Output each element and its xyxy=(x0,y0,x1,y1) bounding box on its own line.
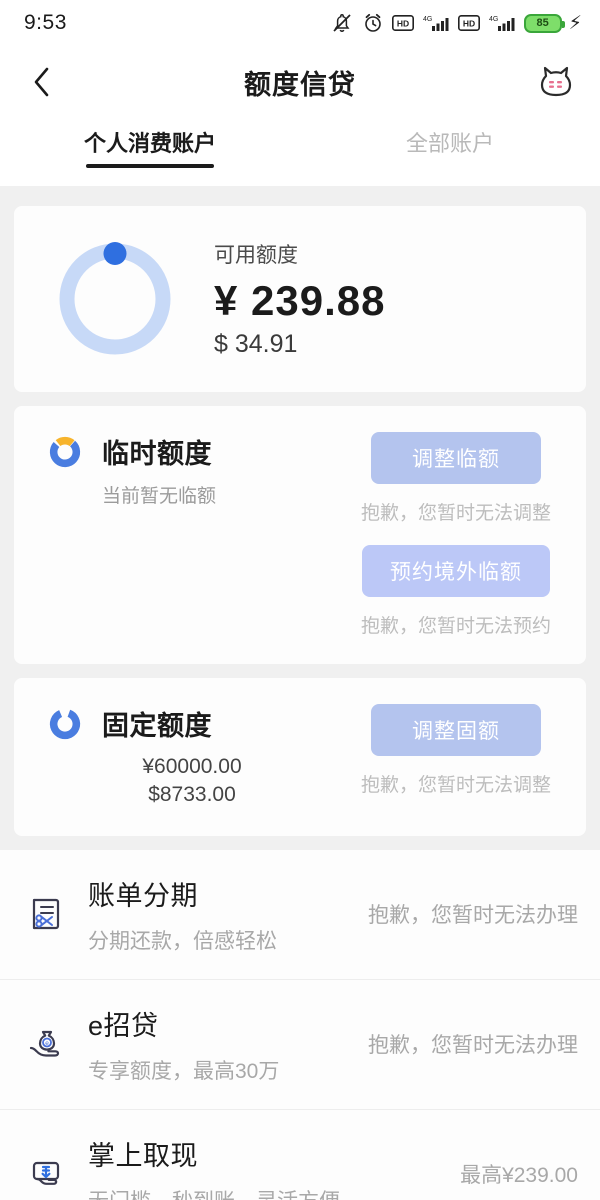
available-credit-usd: $ 34.91 xyxy=(214,329,298,358)
temporary-credit-subtitle: 当前暂无临额 xyxy=(102,486,217,507)
service-icon xyxy=(18,1151,74,1197)
svg-text:4G: 4G xyxy=(423,16,432,23)
hd-icon: HD xyxy=(391,15,414,31)
fixed-credit-info: 固定额度 ¥60000.00 $8733.00 xyxy=(48,704,348,810)
donut-chart-icon xyxy=(49,436,81,467)
service-subtitle: 专享额度，最高30万 xyxy=(88,1059,280,1083)
status-icons: HD 4G HD 4G 85 ⚡ xyxy=(330,11,582,35)
status-time: 9:53 xyxy=(24,11,67,34)
page-title: 额度信贷 xyxy=(244,69,356,100)
svg-text:e: e xyxy=(45,1040,49,1047)
fixed-credit-title: 固定额度 xyxy=(102,711,212,741)
fixed-credit-usd: $8733.00 xyxy=(148,783,236,807)
service-subtitle: 无门槛，秒到账，灵活方便 xyxy=(88,1185,460,1200)
cash-withdraw-icon xyxy=(32,1162,60,1186)
back-button[interactable] xyxy=(22,62,62,102)
adjust-fixed-limit-note: 抱歉，您暂时无法调整 xyxy=(360,775,551,796)
tab-active-indicator xyxy=(86,164,214,168)
charging-bolt-icon: ⚡ xyxy=(568,12,582,34)
svg-text:HD: HD xyxy=(463,19,475,29)
adjust-temporary-limit-note: 抱歉，您暂时无法调整 xyxy=(360,503,551,524)
bell-muted-icon xyxy=(333,14,351,32)
service-subtitle: 分期还款，倍感轻松 xyxy=(88,929,277,953)
cat-assistant-button[interactable] xyxy=(534,60,578,104)
service-title: e招贷 xyxy=(88,1010,159,1041)
service-status: 最高¥239.00 xyxy=(460,1164,578,1188)
list-item[interactable]: 账单分期 分期还款，倍感轻松 抱歉，您暂时无法办理 xyxy=(0,850,600,980)
alarm-clock-icon xyxy=(364,13,381,32)
fixed-credit-cny: ¥60000.00 xyxy=(142,755,242,778)
account-tabs: 个人消费账户 全部账户 xyxy=(0,118,600,186)
service-text: 掌上取现 无门槛，秒到账，灵活方便 xyxy=(88,1134,460,1200)
reserve-overseas-limit-note: 抱歉，您暂时无法预约 xyxy=(360,616,551,637)
temporary-credit-heading: 临时额度 xyxy=(48,432,348,471)
fixed-credit-actions: 调整固额 抱歉，您暂时无法调整 xyxy=(348,704,564,810)
chevron-left-icon xyxy=(34,67,49,97)
status-bar: 9:53 HD 4G HD 4G 85 ⚡ xyxy=(0,0,600,46)
tab-personal-consumption-account[interactable]: 个人消费账户 xyxy=(0,126,300,168)
tab-label: 全部账户 xyxy=(405,131,494,156)
service-status: 抱歉，您暂时无法办理 xyxy=(368,904,578,928)
donut-progress-dot xyxy=(103,242,127,265)
cat-face-icon xyxy=(540,66,572,97)
available-credit-cny: ¥ 239.88 xyxy=(214,277,386,325)
fixed-credit-amounts: ¥60000.00 $8733.00 xyxy=(102,753,282,810)
temporary-credit-title: 临时额度 xyxy=(102,439,212,469)
fixed-credit-heading: 固定额度 xyxy=(48,704,348,743)
money-bag-hand-icon: e xyxy=(29,1031,60,1057)
service-icon: e xyxy=(18,1021,74,1067)
signal-4g-icon: 4G xyxy=(423,16,449,31)
balance-info: 可用额度 ¥ 239.88 $ 34.91 xyxy=(214,239,386,358)
svg-text:4G: 4G xyxy=(489,16,498,23)
donut-chart-icon xyxy=(49,708,81,739)
tab-label: 个人消费账户 xyxy=(83,131,216,156)
bill-installment-icon xyxy=(32,899,60,930)
service-list: 账单分期 分期还款，倍感轻松 抱歉，您暂时无法办理 e e招贷 专享额度，最高3… xyxy=(0,849,600,1200)
adjust-fixed-limit-button[interactable]: 调整固额 xyxy=(371,704,541,756)
list-item[interactable]: e e招贷 专享额度，最高30万 抱歉，您暂时无法办理 xyxy=(0,980,600,1110)
temporary-credit-info: 临时额度 当前暂无临额 xyxy=(48,432,348,638)
service-text: e招贷 专享额度，最高30万 xyxy=(88,1004,368,1085)
temporary-credit-card: 临时额度 当前暂无临额 调整临额 抱歉，您暂时无法调整 预约境外临额 抱歉，您暂… xyxy=(14,406,586,664)
available-credit-card: 可用额度 ¥ 239.88 $ 34.91 xyxy=(14,206,586,392)
tab-all-accounts[interactable]: 全部账户 xyxy=(300,126,600,158)
app-screen: 9:53 HD 4G HD 4G 85 ⚡ 额度信贷 个人消费账户 全部账户 可… xyxy=(0,0,600,1200)
battery-icon: 85 xyxy=(523,13,565,33)
service-title: 掌上取现 xyxy=(88,1140,198,1171)
adjust-temporary-limit-button[interactable]: 调整临额 xyxy=(371,432,541,484)
service-icon xyxy=(18,891,74,937)
available-credit-label: 可用额度 xyxy=(214,244,298,268)
service-text: 账单分期 分期还款，倍感轻松 xyxy=(88,874,368,955)
fixed-credit-card: 固定额度 ¥60000.00 $8733.00 调整固额 抱歉，您暂时无法调整 xyxy=(14,678,586,836)
temporary-credit-actions: 调整临额 抱歉，您暂时无法调整 预约境外临额 抱歉，您暂时无法预约 xyxy=(348,432,564,638)
signal-4g-icon: 4G xyxy=(489,16,515,31)
service-title: 账单分期 xyxy=(88,880,198,911)
list-item[interactable]: 掌上取现 无门槛，秒到账，灵活方便 最高¥239.00 xyxy=(0,1110,600,1200)
reserve-overseas-limit-button[interactable]: 预约境外临额 xyxy=(362,545,550,597)
hd-icon: HD xyxy=(457,15,480,31)
svg-text:HD: HD xyxy=(397,19,409,29)
service-status: 抱歉，您暂时无法办理 xyxy=(368,1034,578,1058)
battery-level: 85 xyxy=(536,16,549,29)
app-header: 额度信贷 xyxy=(0,46,600,118)
credit-usage-donut xyxy=(56,240,174,358)
